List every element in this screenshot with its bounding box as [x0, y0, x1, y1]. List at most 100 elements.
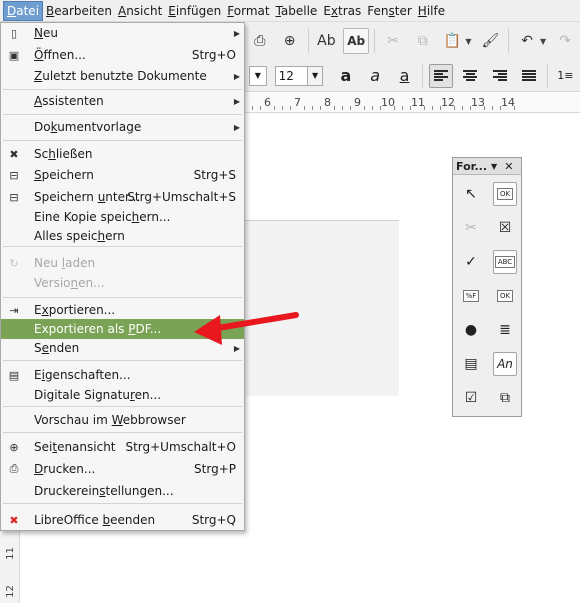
numbering-icon[interactable]: 1≡ — [554, 64, 577, 88]
form-design-icon[interactable]: ⧉ — [493, 386, 517, 410]
menu-item-libreoffice-beenden[interactable]: ✖ LibreOffice beenden Strg+Q — [1, 510, 244, 530]
bold-button[interactable]: a — [334, 64, 357, 88]
cut-icon[interactable]: ✂ — [380, 28, 406, 54]
option-button-icon[interactable]: ● — [459, 318, 483, 342]
vruler-number: 11 — [4, 547, 16, 560]
menu-item-eigenschaften[interactable]: ▤ Eigenschaften... — [1, 365, 244, 385]
font-size-input[interactable]: 12 — [274, 65, 308, 86]
undo-dropdown-icon[interactable]: ▼ — [540, 37, 546, 46]
checkbox-icon[interactable]: ✓ — [459, 250, 483, 274]
label-field-icon[interactable]: An — [493, 352, 517, 376]
menu-item-label: Dokumentvorlage — [34, 120, 141, 134]
horizontal-ruler[interactable]: 6 7 8 9 10 11 12 13 14 — [245, 93, 580, 113]
menu-item-vorschau-im-webbrowser[interactable]: Vorschau im Webbrowser — [1, 410, 244, 430]
form-control-cell: An — [488, 347, 522, 381]
undo-icon[interactable]: ↶ — [514, 28, 540, 54]
label-part: uletzt benutzte Dokumente — [42, 69, 207, 83]
label-mnemonic: Z — [34, 69, 43, 83]
text-box-icon[interactable]: ABC — [493, 250, 517, 274]
menu-item-label: Exportieren als PDF... — [34, 322, 161, 336]
menu-item-speichern[interactable]: ⊟ Speichern Strg+S — [1, 165, 244, 185]
ruler-tick — [364, 106, 365, 110]
menu-item-öffnen[interactable]: ▣ Öffnen... Strg+O — [1, 45, 244, 65]
form-panel-title: For... — [456, 159, 488, 173]
menu-tabelle[interactable]: Tabelle — [273, 1, 321, 21]
label-mnemonic: e — [41, 341, 50, 355]
properties-icon: ▤ — [8, 368, 20, 382]
form-panel-titlebar[interactable]: For... ▼ ✕ — [453, 158, 521, 175]
menu-datei[interactable]: Datei — [3, 0, 44, 21]
menu-item-alles-speichern[interactable]: Alles speichern — [1, 226, 244, 246]
italic-button[interactable]: a — [364, 64, 387, 88]
menu-item-seitenansicht[interactable]: ⊕ Seitenansicht Strg+Umschalt+O — [1, 437, 244, 457]
panel-close-icon[interactable]: ✕ — [504, 160, 513, 173]
ruler-tick — [470, 106, 471, 110]
menu-ansicht[interactable]: Ansicht — [115, 1, 165, 21]
list-box-icon[interactable]: ≣ — [493, 318, 517, 342]
menu-einfügen[interactable]: Einfügen — [165, 1, 224, 21]
menu-bearbeiten[interactable]: Bearbeiten — [43, 1, 115, 21]
menu-item-assistenten[interactable]: Assistenten ▶ — [1, 91, 244, 111]
print-icon[interactable]: ⎙ — [247, 28, 273, 54]
label-part: Versio — [34, 276, 71, 290]
menu-item-dokumentvorlage[interactable]: Dokumentvorlage ▶ — [1, 117, 244, 137]
panel-dropdown-icon[interactable]: ▼ — [491, 162, 497, 171]
menu-item-label: Versionen... — [34, 276, 105, 290]
redo-icon[interactable]: ↷ — [552, 28, 578, 54]
paste-dropdown-icon[interactable]: ▼ — [465, 37, 471, 46]
menu-format[interactable]: Format — [224, 1, 272, 21]
menu-separator — [3, 114, 242, 115]
label-part: en... — [134, 388, 162, 402]
autospellcheck-button[interactable]: Ab — [343, 28, 370, 54]
label-part: Speichern — [34, 190, 98, 204]
align-right-button[interactable] — [488, 64, 511, 88]
more-controls-icon[interactable]: ☑ — [459, 386, 483, 410]
font-name-dropdown-icon[interactable]: ▼ — [249, 65, 267, 86]
paste-icon[interactable]: 📋 — [440, 28, 466, 54]
menu-item-digitale-signaturen[interactable]: Digitale Signaturen... — [1, 385, 244, 405]
formatted-field-icon[interactable]: %F — [459, 284, 483, 308]
menu-item-speichern-unter[interactable]: ⊟ Speichern unter... Strg+Umschalt+S — [1, 187, 244, 207]
align-left-icon — [433, 69, 448, 82]
option-button-small-icon[interactable]: OK — [493, 284, 517, 308]
font-size-dropdown-icon[interactable]: ▼ — [307, 65, 324, 86]
menu-fenster[interactable]: Fenster — [364, 1, 415, 21]
menu-hilfe[interactable]: Hilfe — [415, 1, 448, 21]
menu-item-eine-kopie-speichern[interactable]: Eine Kopie speichern... — [1, 207, 244, 227]
label-part: nden — [49, 341, 80, 355]
align-left-button[interactable] — [429, 63, 453, 88]
ruler-tick — [274, 106, 275, 110]
label-part: peichern — [41, 168, 94, 182]
menu-item-drucken[interactable]: ⎙ Drucken... Strg+P — [1, 459, 244, 479]
page-preview-icon[interactable]: ⊕ — [277, 28, 303, 54]
menu-shortcut: Strg+P — [194, 462, 236, 476]
menu-item-neu-laden[interactable]: ↻ Neu laden — [1, 253, 244, 273]
menu-extras[interactable]: Extras — [320, 1, 364, 21]
copy-icon[interactable]: ⧉ — [410, 28, 436, 54]
justify-button[interactable] — [517, 64, 540, 88]
select-pointer-icon[interactable]: ↖ — [459, 182, 483, 206]
label-part: DF... — [135, 322, 162, 336]
menu-item-zuletzt-benutzte-dokumente[interactable]: Zuletzt benutzte Dokumente ▶ — [1, 66, 244, 86]
ruler-number: 7 — [294, 96, 301, 109]
underline-button[interactable]: a — [393, 64, 416, 88]
label-part: tellungen... — [105, 484, 174, 498]
spellcheck-button[interactable]: Ab — [314, 28, 340, 54]
vertical-ruler[interactable]: 11 12 — [0, 530, 20, 603]
align-center-button[interactable] — [459, 64, 482, 88]
combo-box-icon[interactable]: ▤ — [459, 352, 483, 376]
label-part: Eine Kopie speic — [34, 210, 132, 224]
ruler-number: 14 — [501, 96, 515, 109]
menu-item-versionen[interactable]: Versionen... — [1, 273, 244, 293]
design-mode-icon[interactable]: ✂ — [459, 216, 483, 240]
ruler-tick — [454, 106, 455, 110]
menu-item-neu[interactable]: ▯ Neu ▶ — [1, 23, 244, 43]
control-wizard-icon[interactable]: ☒ — [493, 216, 517, 240]
menu-item-druckereinstellungen[interactable]: Druckereinstellungen... — [1, 481, 244, 501]
ruler-tick — [290, 106, 291, 110]
push-button-icon[interactable]: OK — [493, 182, 517, 206]
label-part: eenden — [110, 513, 156, 527]
clone-formatting-icon[interactable]: 🖌 — [478, 28, 504, 54]
label-mnemonic: h — [97, 229, 106, 243]
menu-item-schließen[interactable]: ✖ Schließen — [1, 144, 244, 164]
